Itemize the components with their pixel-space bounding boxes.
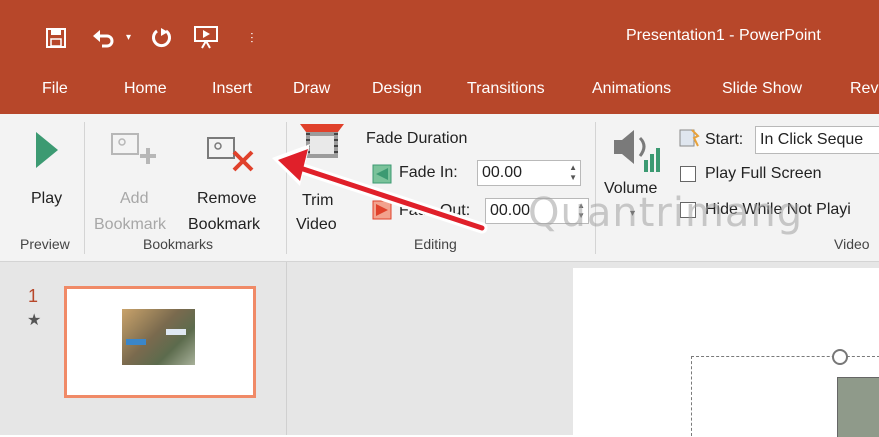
start-label: Start: [705, 131, 744, 148]
thumbnail-bookmark-tag [126, 339, 146, 345]
video-placeholder[interactable] [691, 349, 879, 437]
thumbnail-video-preview [122, 309, 195, 365]
fade-in-spinner-icon[interactable]: ▲ ▼ [569, 163, 577, 183]
watermark: Quantrimang [528, 190, 804, 236]
remove-bookmark-icon [207, 137, 254, 172]
tab-draw[interactable]: Draw [293, 80, 330, 98]
remove-bookmark-label-1: Remove [197, 190, 257, 207]
group-label-bookmarks: Bookmarks [143, 236, 214, 252]
add-bookmark-icon [111, 133, 156, 164]
tab-transitions[interactable]: Transitions [467, 80, 545, 98]
tab-review[interactable]: Rev [850, 80, 878, 98]
slide-number: 1 [28, 286, 39, 306]
add-bookmark-label-1: Add [120, 190, 149, 207]
group-label-preview: Preview [20, 236, 70, 252]
play-full-screen-label: Play Full Screen [705, 165, 822, 182]
separator [84, 122, 85, 254]
tab-file[interactable]: File [42, 80, 68, 98]
start-value: In Click Seque [760, 131, 864, 148]
fade-in-input[interactable]: 00.00 ▲ ▼ [477, 160, 581, 186]
play-icon [36, 132, 58, 168]
thumbnail-bookmark-tag [166, 329, 186, 335]
slide-canvas[interactable] [573, 268, 879, 437]
start-from-beginning-icon[interactable] [194, 26, 220, 50]
slide-thumbnail[interactable] [64, 286, 256, 398]
group-label-video-options: Video [834, 236, 870, 252]
tab-slide-show[interactable]: Slide Show [722, 80, 802, 98]
undo-icon[interactable] [92, 28, 116, 48]
ribbon-tabs: File Home Insert Draw Design Transitions… [0, 68, 879, 114]
play-full-screen-checkbox[interactable] [680, 166, 696, 182]
fade-out-value: 00.00 [490, 202, 531, 219]
play-button[interactable]: Play [20, 124, 74, 224]
redo-icon[interactable] [150, 27, 172, 49]
volume-icon [614, 130, 660, 172]
tab-insert[interactable]: Insert [212, 80, 252, 98]
undo-dropdown-icon[interactable]: ▾ [126, 32, 131, 43]
add-bookmark-button: Add Bookmark [94, 124, 184, 233]
animation-star-icon: ★ [27, 312, 42, 329]
slide-thumbnail-pane: 1 ★ [0, 262, 287, 435]
start-icon [679, 129, 700, 147]
rotate-handle[interactable] [832, 349, 848, 365]
tab-animations[interactable]: Animations [592, 80, 671, 98]
title-bar: ▾ ⫶ Presentation1 - PowerPoint [0, 0, 879, 68]
play-label: Play [31, 190, 63, 207]
save-icon[interactable] [46, 28, 66, 48]
remove-bookmark-label-2: Bookmark [188, 216, 261, 233]
add-bookmark-label-2: Bookmark [94, 216, 167, 233]
annotation-arrow [272, 144, 488, 234]
window-title: Presentation1 - PowerPoint [626, 27, 821, 44]
video-frame [837, 377, 879, 437]
tab-home[interactable]: Home [124, 80, 167, 98]
start-select[interactable]: In Click Seque [755, 126, 879, 154]
customize-qat-icon[interactable]: ⫶ [250, 30, 254, 47]
tab-design[interactable]: Design [372, 80, 422, 98]
